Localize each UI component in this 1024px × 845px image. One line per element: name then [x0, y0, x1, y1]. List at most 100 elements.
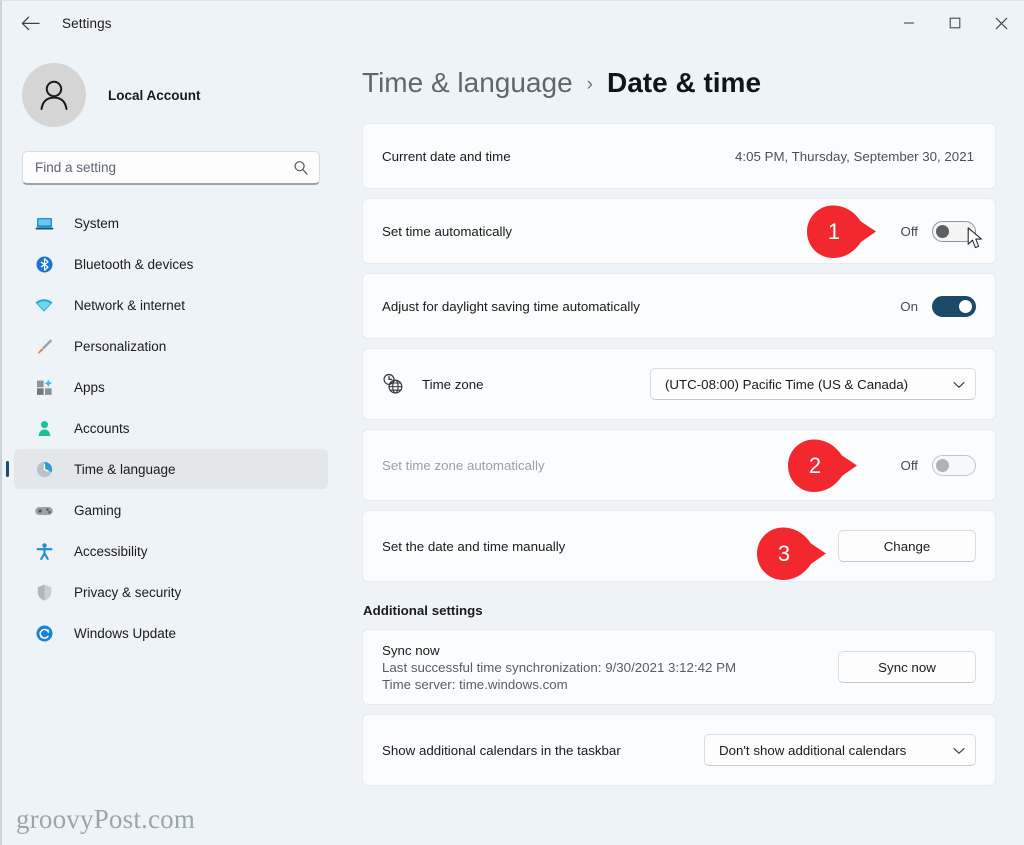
- breadcrumb: Time & language › Date & time: [340, 45, 1024, 99]
- row-control-group: Off: [901, 454, 976, 476]
- watermark: groovyPost.com: [16, 804, 196, 834]
- settings-card-list: Current date and time 4:05 PM, Thursday,…: [340, 99, 1024, 786]
- chevron-down-icon: [953, 743, 965, 758]
- sidebar-item-windows-update[interactable]: Windows Update: [14, 613, 328, 653]
- row-set-time-zone-automatically[interactable]: Set time zone automatically Off 2: [362, 429, 996, 501]
- row-label: Set the date and time manually: [382, 538, 566, 554]
- close-button[interactable]: [978, 1, 1024, 45]
- update-refresh-icon: [34, 623, 54, 643]
- sidebar-item-label: Accessibility: [74, 543, 148, 559]
- teardrop-pin-shape: [757, 527, 826, 580]
- back-button[interactable]: [10, 3, 50, 43]
- row-label: Adjust for daylight saving time automati…: [382, 298, 640, 314]
- callout-marker-3: 3: [756, 527, 830, 581]
- shield-icon: [34, 582, 54, 602]
- sidebar-nav: System Bluetooth & devices Network & int…: [2, 203, 340, 653]
- sidebar-item-network-internet[interactable]: Network & internet: [14, 285, 328, 325]
- window-controls: [886, 1, 1024, 45]
- row-additional-calendars: Show additional calendars in the taskbar…: [362, 714, 996, 786]
- search-input[interactable]: [23, 152, 319, 183]
- maximize-button[interactable]: [932, 1, 978, 45]
- apps-grid-icon: [34, 377, 54, 397]
- back-arrow-icon: [21, 16, 40, 30]
- toggle-knob: [936, 224, 949, 238]
- search-box[interactable]: [22, 151, 320, 185]
- toggle-state-label: On: [900, 298, 918, 314]
- row-label: Show additional calendars in the taskbar: [382, 742, 621, 758]
- sidebar-item-label: Personalization: [74, 338, 167, 354]
- clock-globe-icon: [382, 373, 404, 395]
- account-block[interactable]: Local Account: [2, 45, 340, 127]
- bluetooth-icon: [34, 254, 54, 274]
- chevron-glyph: [953, 381, 965, 388]
- change-button[interactable]: Change: [838, 530, 976, 562]
- breadcrumb-separator-icon: ›: [586, 74, 593, 95]
- daylight-saving-toggle[interactable]: [932, 295, 976, 317]
- sync-title: Sync now: [382, 642, 440, 658]
- sync-now-button[interactable]: Sync now: [838, 651, 976, 683]
- sidebar: Local Account Find a setting System Blue…: [2, 45, 340, 845]
- row-sync-now: Sync now Last successful time synchroniz…: [362, 629, 996, 705]
- sidebar-item-accessibility[interactable]: Accessibility: [14, 531, 328, 571]
- close-icon: [995, 17, 1007, 29]
- sync-time-server: Time server: time.windows.com: [382, 676, 568, 692]
- minimize-button[interactable]: [886, 1, 932, 45]
- sidebar-item-privacy-security[interactable]: Privacy & security: [14, 572, 328, 612]
- callout-number: 3: [777, 541, 791, 566]
- row-left: Time zone: [382, 373, 650, 395]
- sidebar-item-label: Bluetooth & devices: [74, 256, 194, 272]
- breadcrumb-parent-link[interactable]: Time & language: [362, 67, 573, 99]
- sidebar-item-label: Apps: [74, 379, 105, 395]
- row-daylight-saving[interactable]: Adjust for daylight saving time automati…: [362, 273, 996, 339]
- sidebar-item-accounts[interactable]: Accounts: [14, 408, 328, 448]
- sidebar-item-bluetooth-devices[interactable]: Bluetooth & devices: [14, 244, 328, 284]
- laptop-icon: [34, 213, 54, 233]
- clock-globe-glyph: [383, 373, 403, 394]
- additional-calendars-value: Don't show additional calendars: [719, 742, 907, 758]
- sidebar-item-apps[interactable]: Apps: [14, 367, 328, 407]
- main-content: Time & language › Date & time Current da…: [340, 45, 1024, 845]
- time-zone-select[interactable]: (UTC-08:00) Pacific Time (US & Canada): [650, 368, 976, 400]
- sync-info-block: Sync now Last successful time synchroniz…: [382, 643, 838, 692]
- sidebar-item-label: Network & internet: [74, 297, 186, 313]
- sidebar-item-label: Time & language: [74, 461, 176, 477]
- row-set-time-automatically[interactable]: Set time automatically Off 1: [362, 198, 996, 264]
- sidebar-item-time-language[interactable]: Time & language: [14, 449, 328, 489]
- chevron-glyph: [953, 747, 965, 754]
- person-avatar-icon: [40, 80, 68, 110]
- toggle-knob: [936, 458, 949, 472]
- row-control-group: On: [900, 295, 976, 317]
- additional-calendars-select[interactable]: Don't show additional calendars: [704, 734, 976, 766]
- row-label: Current date and time: [382, 148, 511, 164]
- page-title: Date & time: [606, 67, 762, 98]
- avatar: [22, 63, 86, 127]
- sidebar-item-system[interactable]: System: [14, 203, 328, 243]
- account-name: Local Account: [108, 87, 201, 103]
- minimize-icon: [904, 22, 914, 24]
- maximize-icon: [949, 17, 961, 29]
- paintbrush-icon: [34, 336, 54, 356]
- set-time-automatically-toggle[interactable]: [932, 220, 976, 242]
- person-icon: [34, 418, 54, 438]
- set-time-zone-automatically-toggle[interactable]: [932, 454, 976, 476]
- row-current-date-time: Current date and time 4:05 PM, Thursday,…: [362, 123, 996, 189]
- time-zone-value: (UTC-08:00) Pacific Time (US & Canada): [665, 376, 909, 392]
- additional-settings-heading: Additional settings: [363, 603, 483, 618]
- wifi-icon: [34, 295, 54, 315]
- search-wrapper: [2, 127, 340, 185]
- row-label: Set time automatically: [382, 223, 513, 239]
- toggle-state-label: Off: [900, 223, 919, 239]
- gamepad-icon: [34, 500, 54, 520]
- sidebar-item-gaming[interactable]: Gaming: [14, 490, 328, 530]
- sidebar-item-label: Gaming: [74, 502, 122, 518]
- sidebar-item-label: Privacy & security: [74, 584, 182, 600]
- row-set-date-time-manually: Set the date and time manually Change 3: [362, 510, 996, 582]
- search-icon: [293, 160, 309, 176]
- app-title: Settings: [62, 15, 112, 31]
- settings-window: Settings Local Account Find a setting Sy…: [0, 0, 1024, 845]
- current-date-time-value: 4:05 PM, Thursday, September 30, 2021: [735, 148, 974, 164]
- sync-last-success: Last successful time synchronization: 9/…: [382, 659, 737, 675]
- sidebar-item-label: Windows Update: [74, 625, 177, 641]
- sidebar-item-personalization[interactable]: Personalization: [14, 326, 328, 366]
- search-glyph: [294, 160, 308, 175]
